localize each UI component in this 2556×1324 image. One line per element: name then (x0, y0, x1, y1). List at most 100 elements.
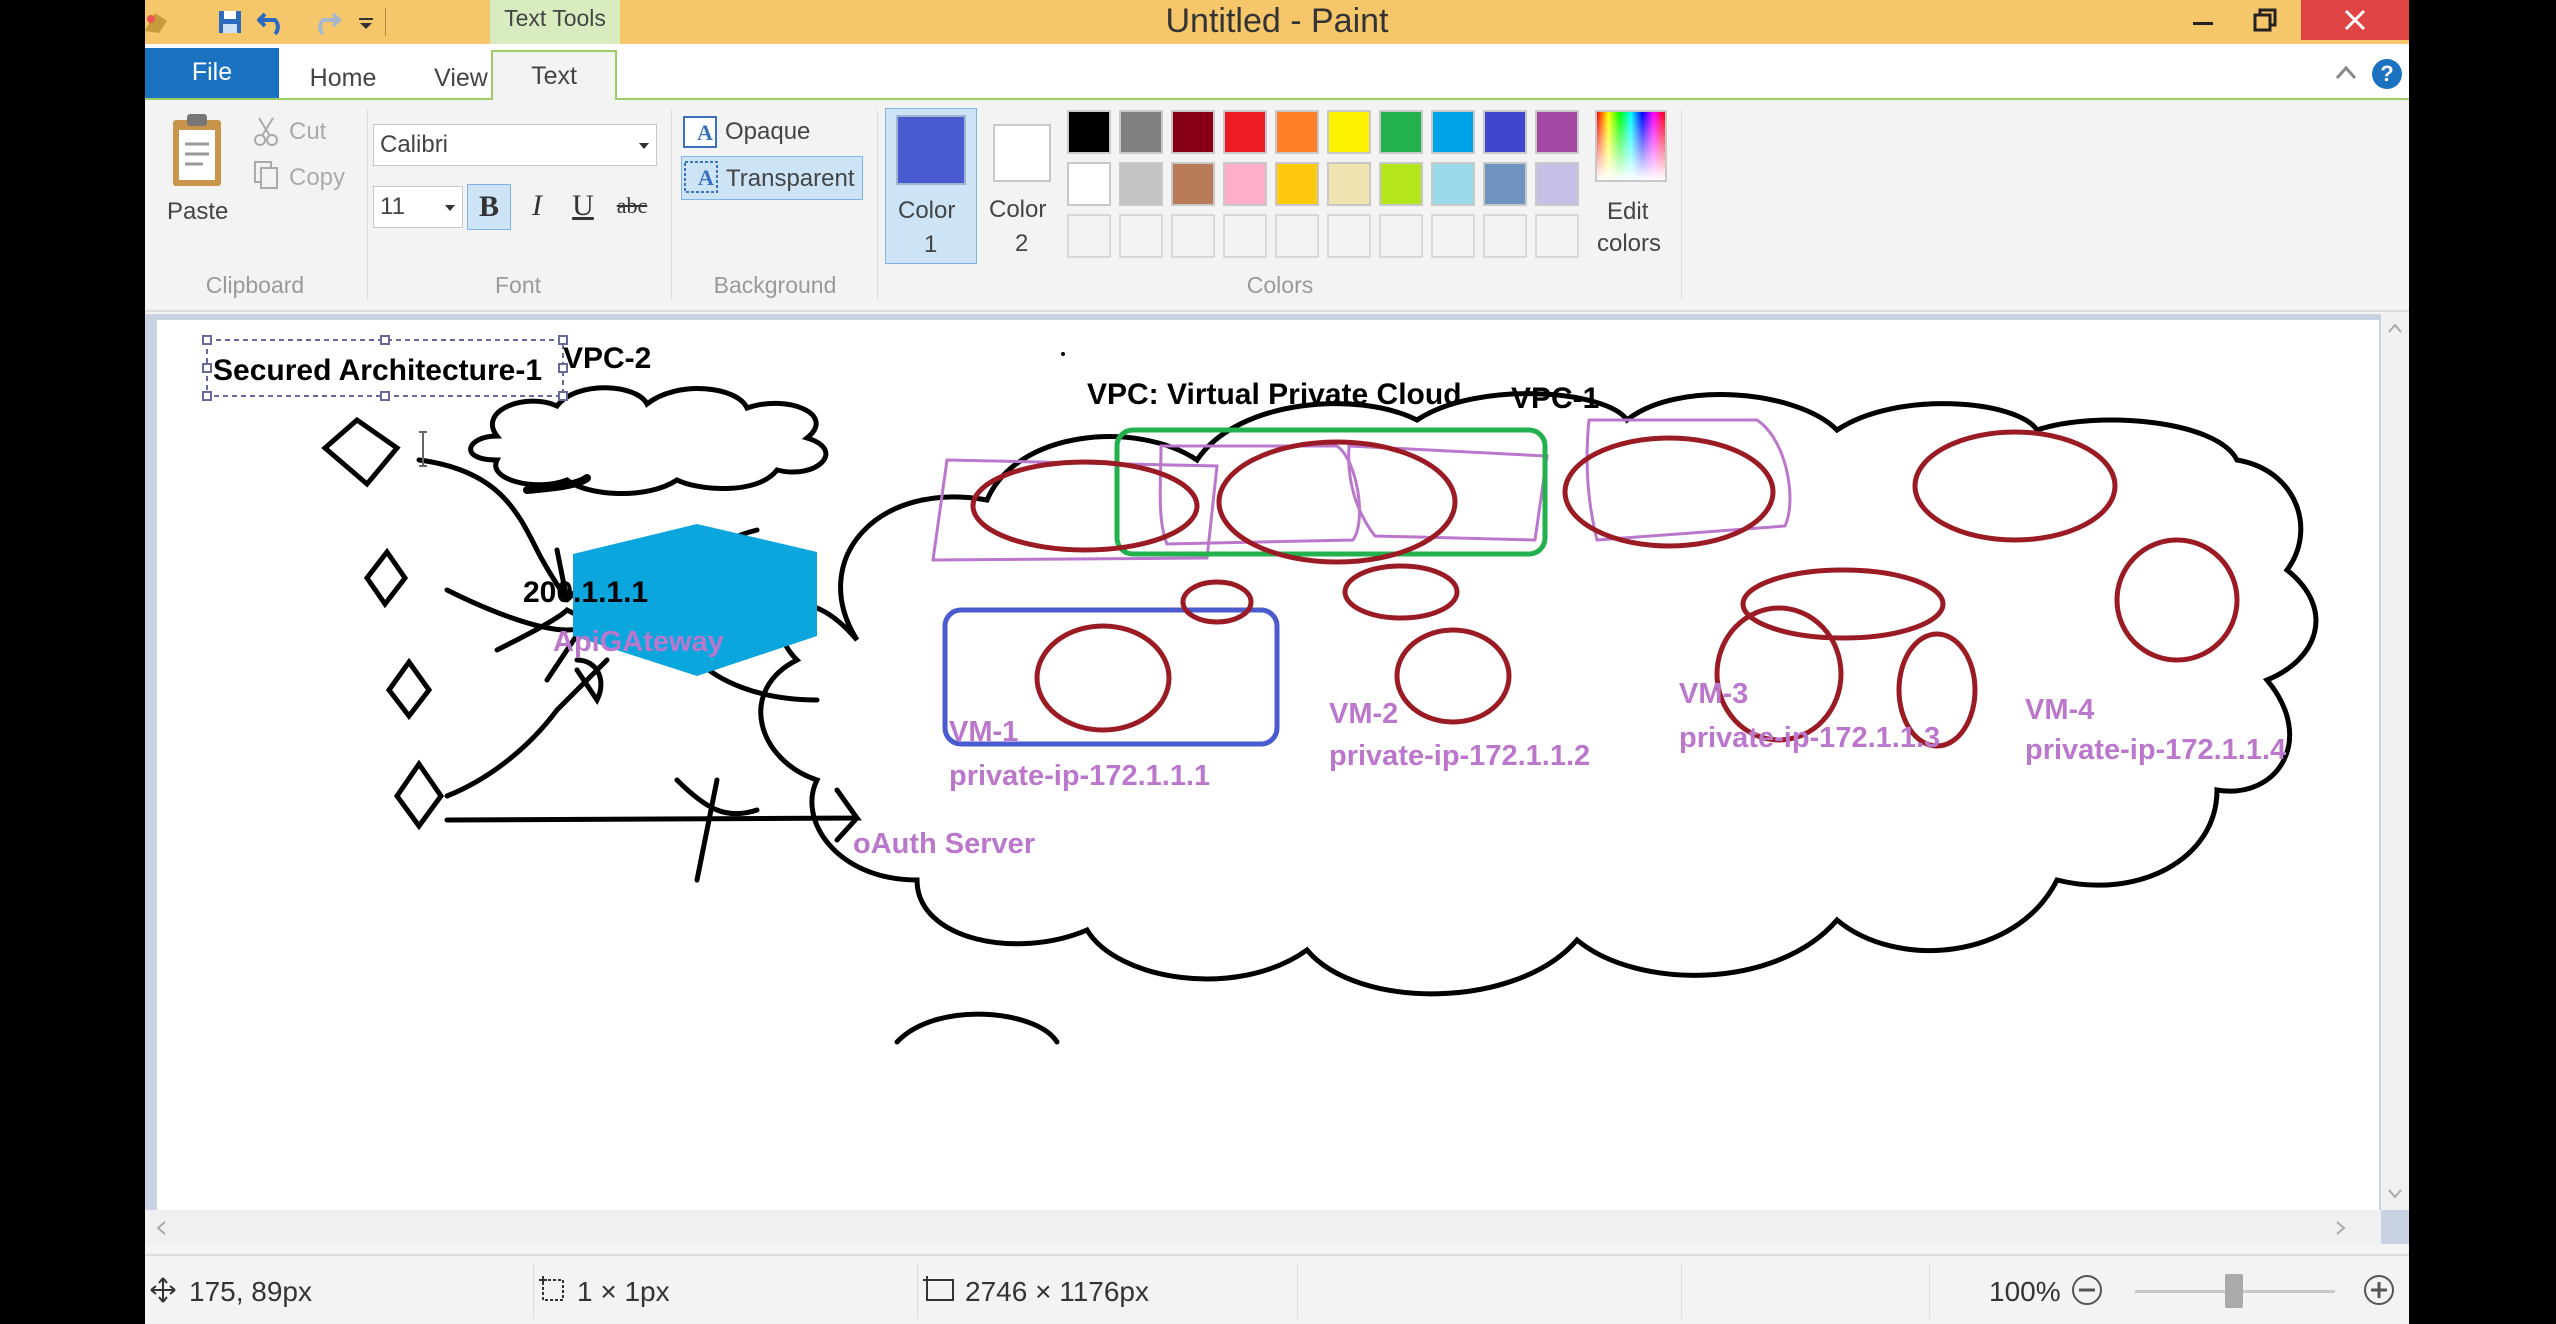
palette-swatch[interactable] (1275, 110, 1319, 154)
cursor-position-text: 175, 89px (189, 1276, 312, 1307)
vm4-ip-label: private-ip-172.1.1.4 (2025, 734, 2287, 766)
empty-palette-swatch[interactable] (1431, 214, 1475, 258)
vm1-ip-label: private-ip-172.1.1.1 (949, 760, 1211, 792)
horizontal-scrollbar[interactable] (145, 1210, 2381, 1244)
vpc1-label: VPC-1 (1511, 382, 1600, 415)
vm3-label: VM-3 (1679, 678, 1749, 710)
status-separator (1929, 1264, 1930, 1318)
vm1-label: VM-1 (949, 716, 1019, 748)
empty-palette-swatch[interactable] (1327, 214, 1371, 258)
palette-swatch[interactable] (1171, 162, 1215, 206)
oauth-server-label: oAuth Server (853, 828, 1036, 860)
cut-button[interactable]: Cut (289, 118, 326, 146)
font-size-value: 11 (380, 193, 405, 220)
palette-swatch[interactable] (1119, 162, 1163, 206)
empty-palette-swatch[interactable] (1067, 214, 1111, 258)
group-separator (1681, 110, 1682, 300)
font-size-select[interactable]: 11 (373, 186, 463, 228)
palette-swatch[interactable] (1535, 162, 1579, 206)
vm3-ip-label: private-ip-172.1.1.3 (1679, 722, 1941, 754)
oauth-ellipse-2 (1394, 627, 1512, 725)
palette-swatch[interactable] (1223, 110, 1267, 154)
canvas-title-text[interactable]: Secured Architecture-1 (213, 354, 542, 388)
palette-swatch[interactable] (1327, 162, 1371, 206)
status-separator (1297, 1264, 1298, 1318)
minimize-button[interactable] (2169, 0, 2237, 40)
palette-swatch[interactable] (1535, 110, 1579, 154)
edit-colors-icon[interactable] (1595, 110, 1667, 182)
status-separator (917, 1264, 918, 1318)
empty-palette-swatch[interactable] (1535, 214, 1579, 258)
empty-palette-swatch[interactable] (1483, 214, 1527, 258)
zoom-out-icon[interactable] (2071, 1274, 2103, 1306)
italic-button[interactable]: I (517, 184, 557, 230)
copy-icon[interactable] (253, 160, 279, 190)
scroll-up-icon[interactable] (2387, 322, 2403, 334)
paste-button[interactable]: Paste (167, 198, 228, 226)
color1-number: 1 (924, 231, 938, 258)
canvas-size-text: 2746 × 1176px (965, 1276, 1149, 1307)
connector-line-6 (444, 787, 862, 843)
palette-swatch[interactable] (1171, 110, 1215, 154)
zoom-slider-thumb[interactable] (2225, 1274, 2243, 1308)
vertical-scrollbar[interactable] (2381, 314, 2409, 1210)
tab-file[interactable]: File (145, 48, 279, 98)
empty-palette-swatch[interactable] (1379, 214, 1423, 258)
palette-swatch[interactable] (1119, 110, 1163, 154)
opaque-button[interactable]: A Opaque (681, 114, 861, 152)
edit-colors-label[interactable]: Edit (1607, 198, 1648, 226)
palette-swatch[interactable] (1379, 110, 1423, 154)
scroll-down-icon[interactable] (2387, 1188, 2403, 1200)
empty-palette-swatch[interactable] (1275, 214, 1319, 258)
status-separator (1681, 1264, 1682, 1318)
palette-swatch[interactable] (1067, 162, 1111, 206)
scroll-left-icon[interactable] (155, 1220, 167, 1236)
color1-label: Color (898, 197, 956, 224)
font-family-value: Calibri (380, 131, 449, 158)
palette-swatch[interactable] (1483, 162, 1527, 206)
palette-swatch[interactable] (1067, 110, 1111, 154)
small-ellipse-1 (1180, 579, 1254, 625)
canvas-dot (1061, 352, 1065, 356)
empty-palette-swatch[interactable] (1119, 214, 1163, 258)
tab-text[interactable]: Text (491, 50, 617, 100)
cut-icon[interactable] (253, 116, 279, 146)
zoom-in-icon[interactable] (2363, 1274, 2395, 1306)
close-button[interactable] (2301, 0, 2409, 40)
colors-group-label: Colors (1246, 272, 1314, 298)
help-icon[interactable]: ? (2371, 58, 2403, 90)
palette-swatch[interactable] (1431, 162, 1475, 206)
opaque-label: Opaque (725, 118, 811, 145)
empty-palette-swatch[interactable] (1171, 214, 1215, 258)
strikethrough-button[interactable]: abc (607, 184, 657, 230)
palette-swatch[interactable] (1431, 110, 1475, 154)
tab-home[interactable]: Home (279, 56, 407, 100)
bold-button[interactable]: B (467, 184, 511, 230)
copy-button[interactable]: Copy (289, 164, 345, 192)
empty-palette-swatch[interactable] (1223, 214, 1267, 258)
scroll-right-icon[interactable] (2335, 1220, 2347, 1236)
collapse-ribbon-icon[interactable] (2331, 58, 2361, 88)
chevron-down-icon (639, 143, 649, 149)
vm2-label: VM-2 (1329, 698, 1399, 730)
palette-swatch[interactable] (1275, 162, 1319, 206)
drawing-canvas[interactable]: Secured Architecture-1 VPC-2 VPC: Virtua… (157, 320, 2379, 1214)
cloud-bump-bottom (894, 1011, 1060, 1045)
restore-button[interactable] (2231, 0, 2299, 40)
color2-button[interactable]: Color 2 (979, 108, 1071, 264)
transparent-button[interactable]: A Transparent (681, 156, 863, 200)
edit-colors-label-line2[interactable]: colors (1597, 230, 1661, 258)
color2-number: 2 (1015, 230, 1029, 257)
canvas-area: Secured Architecture-1 VPC-2 VPC: Virtua… (145, 314, 2409, 1244)
palette-swatch[interactable] (1379, 162, 1423, 206)
palette-swatch[interactable] (1223, 162, 1267, 206)
vm2-ellipse (1216, 439, 1458, 565)
paste-icon[interactable] (165, 112, 229, 194)
palette-swatch[interactable] (1327, 110, 1371, 154)
font-family-select[interactable]: Calibri (373, 124, 657, 166)
vm2-box (1158, 444, 1361, 546)
underline-button[interactable]: U (563, 184, 603, 230)
color1-button[interactable]: Color 1 (885, 108, 977, 264)
palette-swatch[interactable] (1483, 110, 1527, 154)
ribbon: Paste Cut Copy Clipboard Calibri 11 B I … (145, 100, 2409, 312)
